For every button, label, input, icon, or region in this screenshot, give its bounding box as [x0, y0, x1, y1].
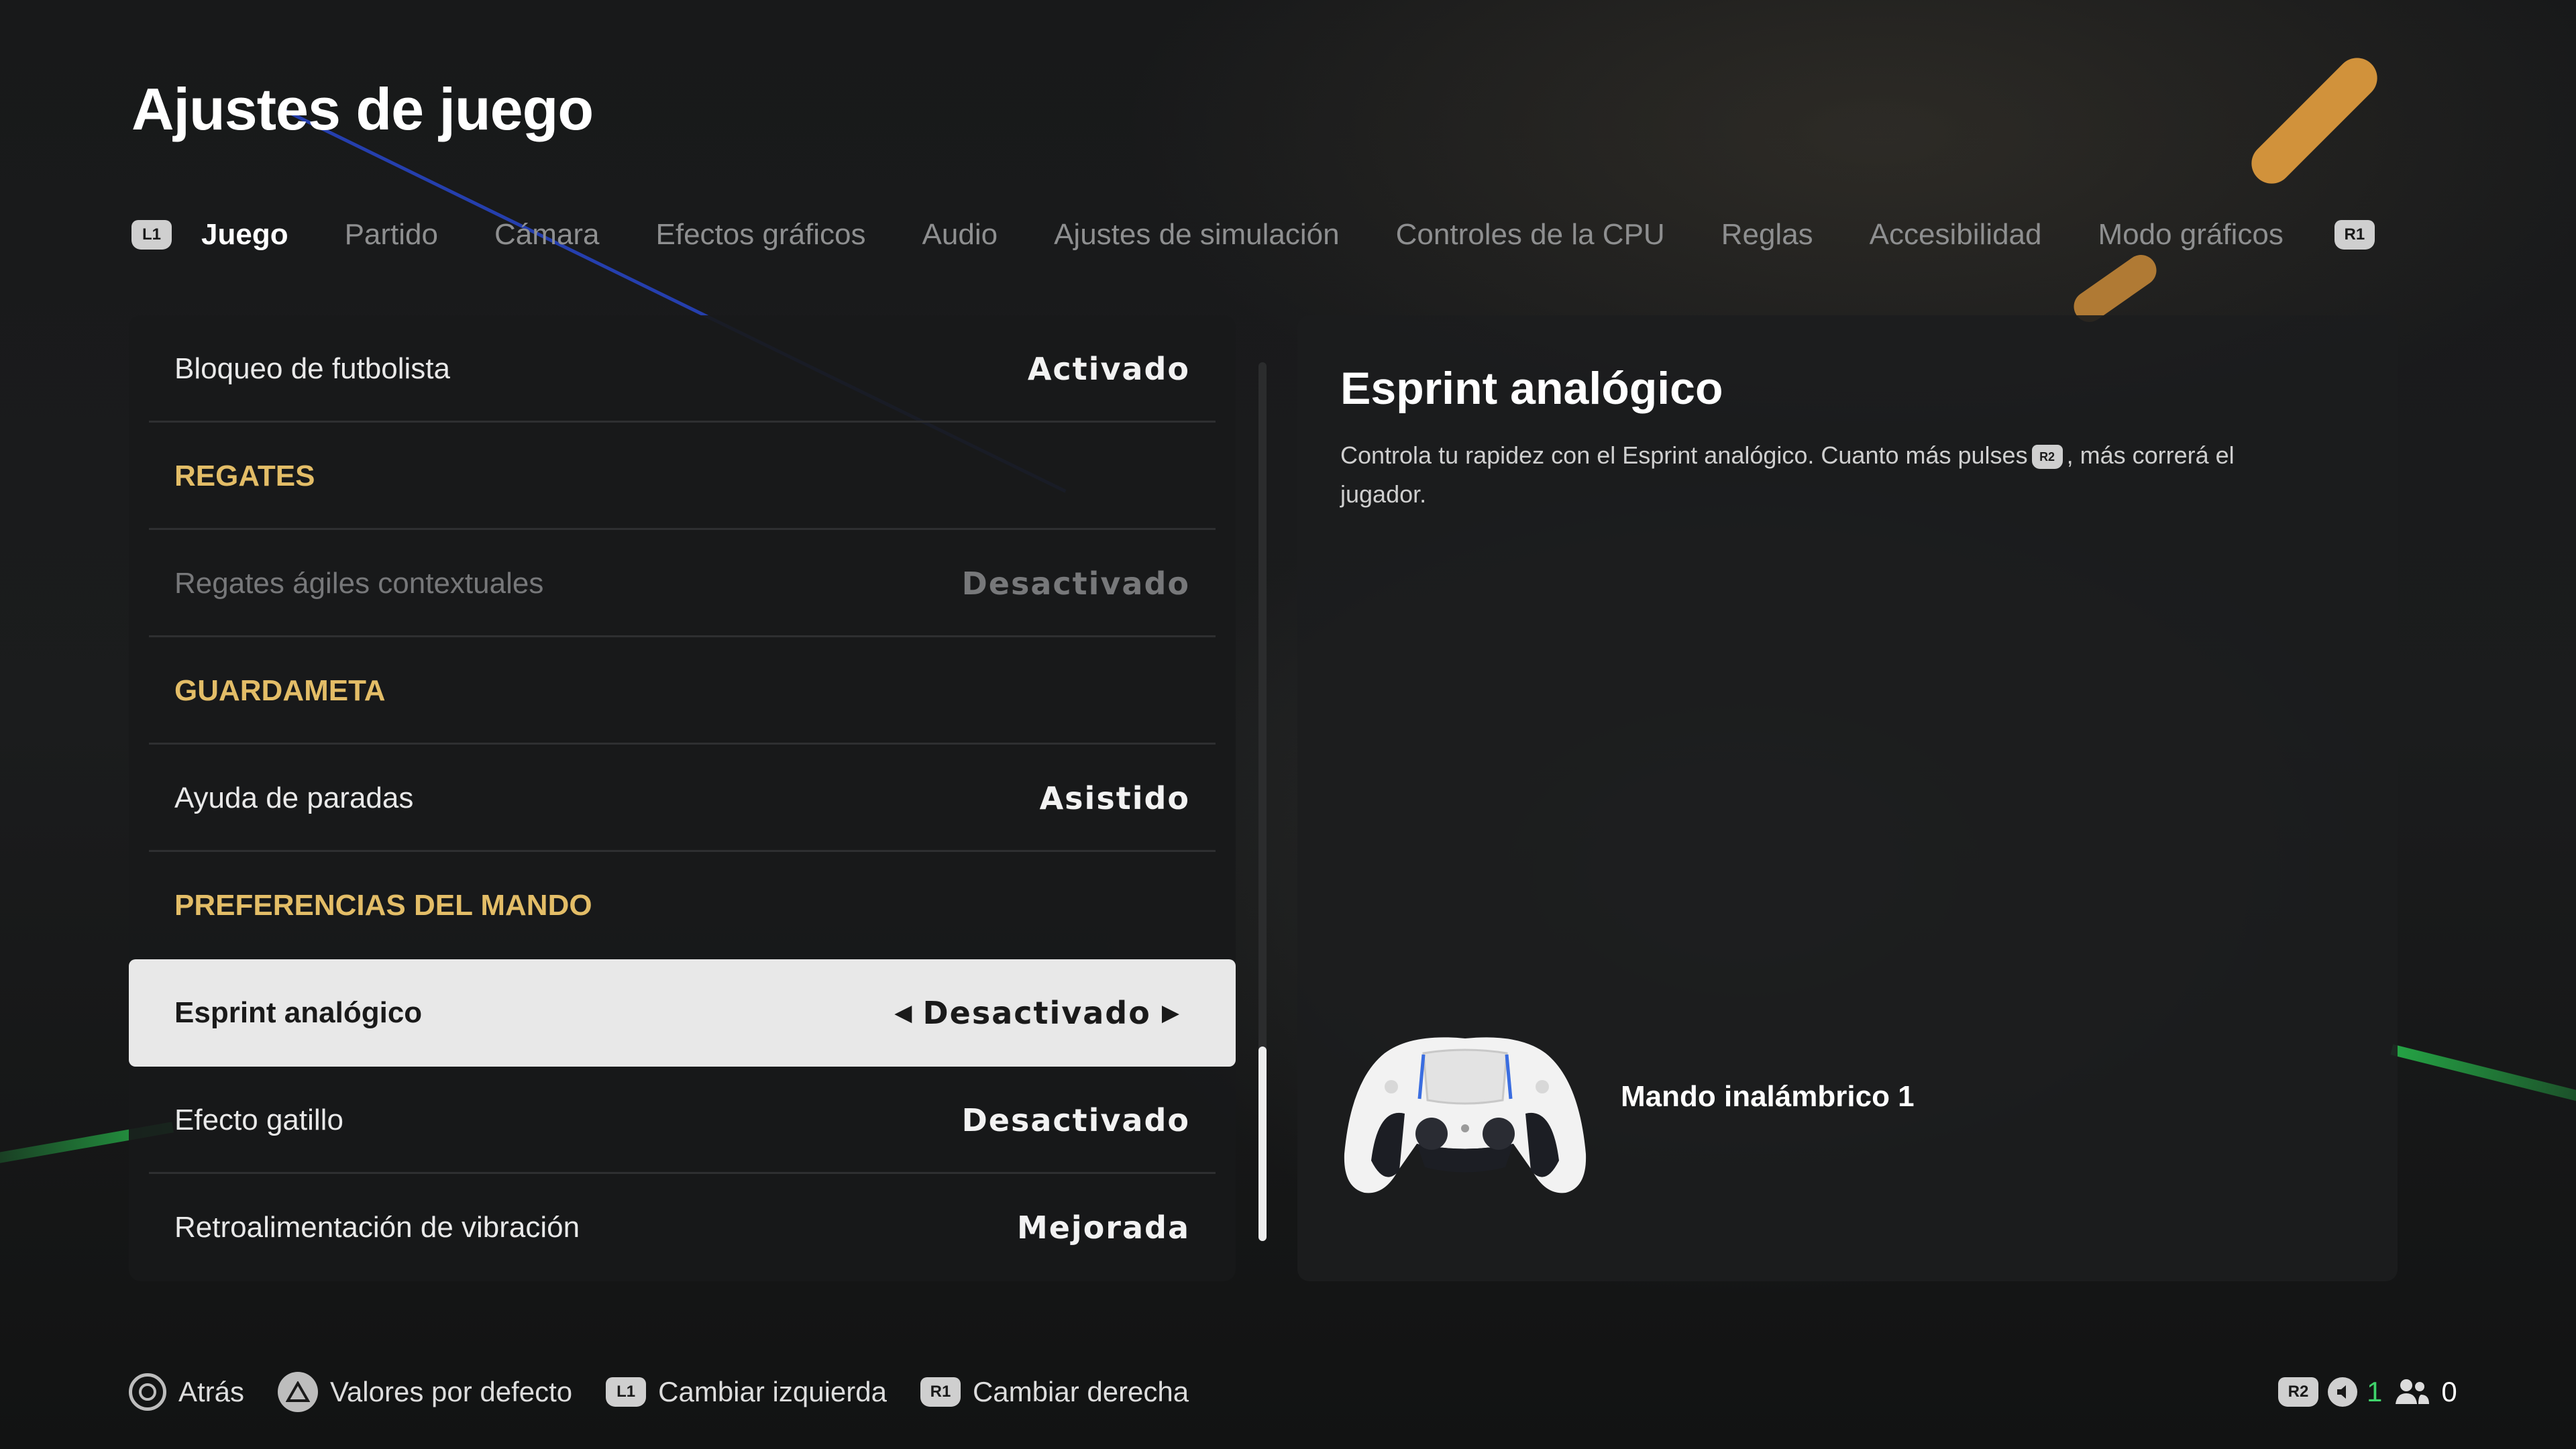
voice-count: 1	[2367, 1376, 2383, 1407]
setting-label: Regates ágiles contextuales	[174, 567, 544, 600]
l1-button-icon: L1	[606, 1377, 647, 1407]
tab-controles-cpu[interactable]: Controles de la CPU	[1396, 218, 1665, 252]
hint-switch-right-label: Cambiar derecha	[972, 1376, 1189, 1407]
tab-bar: L1 Juego Partido Cámara Efectos gráficos…	[131, 208, 2375, 262]
setting-label: Bloqueo de futbolista	[174, 352, 450, 385]
tab-efectos-graficos[interactable]: Efectos gráficos	[656, 218, 866, 252]
tab-juego[interactable]: Juego	[201, 218, 288, 252]
setting-value: Activado	[1027, 351, 1190, 387]
r2-button-icon: R2	[2278, 1377, 2318, 1407]
party-icon	[2396, 1379, 2430, 1404]
setting-row-bloqueo-futbolista[interactable]: Bloqueo de futbolista Activado	[129, 315, 1236, 423]
page-title: Ajustes de juego	[131, 76, 594, 142]
section-header-regates: REGATES	[129, 423, 1236, 530]
section-label: PREFERENCIAS DEL MANDO	[174, 889, 592, 922]
r2-button-icon: R2	[2031, 445, 2063, 470]
r1-button-icon[interactable]: R1	[2334, 220, 2375, 250]
circle-button-icon	[129, 1373, 166, 1411]
section-header-guardameta: GUARDAMETA	[129, 637, 1236, 745]
setting-label: Esprint analógico	[174, 996, 423, 1029]
section-label: REGATES	[174, 460, 315, 492]
hint-switch-left[interactable]: L1 Cambiar izquierda	[606, 1376, 887, 1408]
hint-defaults-label: Valores por defecto	[330, 1376, 573, 1407]
scrollbar-thumb[interactable]	[1258, 1046, 1267, 1241]
detail-title: Esprint analógico	[1340, 363, 1723, 414]
setting-label: Ayuda de paradas	[174, 782, 414, 814]
detail-description-text: Controla tu rapidez con el Esprint analó…	[1340, 441, 2028, 469]
controller-icon	[1344, 1037, 1587, 1193]
controller-label: Mando inalámbrico 1	[1621, 1080, 1915, 1113]
tab-camara[interactable]: Cámara	[494, 218, 600, 252]
party-count: 0	[2441, 1376, 2457, 1407]
setting-value-selector[interactable]: ◀ Desactivado ▶	[883, 995, 1190, 1031]
setting-row-regates-agiles: Regates ágiles contextuales Desactivado	[129, 530, 1236, 637]
hint-switch-right[interactable]: R1 Cambiar derecha	[920, 1376, 1189, 1408]
triangle-button-icon	[278, 1372, 319, 1412]
setting-row-retroalimentacion-vibracion[interactable]: Retroalimentación de vibración Mejorada	[129, 1174, 1236, 1281]
setting-row-esprint-analogico[interactable]: Esprint analógico ◀ Desactivado ▶	[129, 959, 1236, 1067]
footer-hints: Atrás Valores por defecto L1 Cambiar izq…	[129, 1368, 1222, 1415]
hint-back-label: Atrás	[178, 1376, 245, 1407]
l1-button-icon[interactable]: L1	[131, 220, 172, 250]
tab-audio[interactable]: Audio	[922, 218, 998, 252]
status-bar: R2 1 0	[2278, 1368, 2457, 1415]
tab-accesibilidad[interactable]: Accesibilidad	[1870, 218, 2042, 252]
setting-label: Retroalimentación de vibración	[174, 1211, 580, 1244]
section-label: GUARDAMETA	[174, 674, 386, 707]
detail-panel: Esprint analógico Controla tu rapidez co…	[1297, 315, 2398, 1281]
r1-button-icon: R1	[920, 1377, 961, 1407]
section-header-preferencias-mando: PREFERENCIAS DEL MANDO	[129, 852, 1236, 959]
setting-label: Efecto gatillo	[174, 1104, 343, 1136]
hint-switch-left-label: Cambiar izquierda	[658, 1376, 887, 1407]
setting-row-efecto-gatillo[interactable]: Efecto gatillo Desactivado	[129, 1067, 1236, 1174]
arrow-left-icon[interactable]: ◀	[894, 1000, 912, 1026]
arrow-right-icon[interactable]: ▶	[1162, 1000, 1179, 1026]
settings-scrollbar[interactable]	[1258, 362, 1267, 1241]
setting-value: Desactivado	[922, 995, 1151, 1031]
setting-value: Desactivado	[961, 566, 1190, 602]
speaker-icon	[2328, 1377, 2357, 1407]
tab-partido[interactable]: Partido	[345, 218, 438, 252]
setting-row-ayuda-paradas[interactable]: Ayuda de paradas Asistido	[129, 745, 1236, 852]
detail-description: Controla tu rapidez con el Esprint analó…	[1340, 436, 2320, 514]
setting-value: Mejorada	[1016, 1210, 1190, 1246]
tab-reglas[interactable]: Reglas	[1721, 218, 1813, 252]
hint-back[interactable]: Atrás	[129, 1373, 244, 1411]
setting-value: Desactivado	[961, 1102, 1190, 1138]
hint-defaults[interactable]: Valores por defecto	[278, 1372, 572, 1412]
settings-list: Bloqueo de futbolista Activado REGATES R…	[129, 315, 1236, 1281]
tab-modo-graficos[interactable]: Modo gráficos	[2098, 218, 2283, 252]
tab-ajustes-simulacion[interactable]: Ajustes de simulación	[1054, 218, 1340, 252]
setting-value: Asistido	[1039, 780, 1190, 816]
